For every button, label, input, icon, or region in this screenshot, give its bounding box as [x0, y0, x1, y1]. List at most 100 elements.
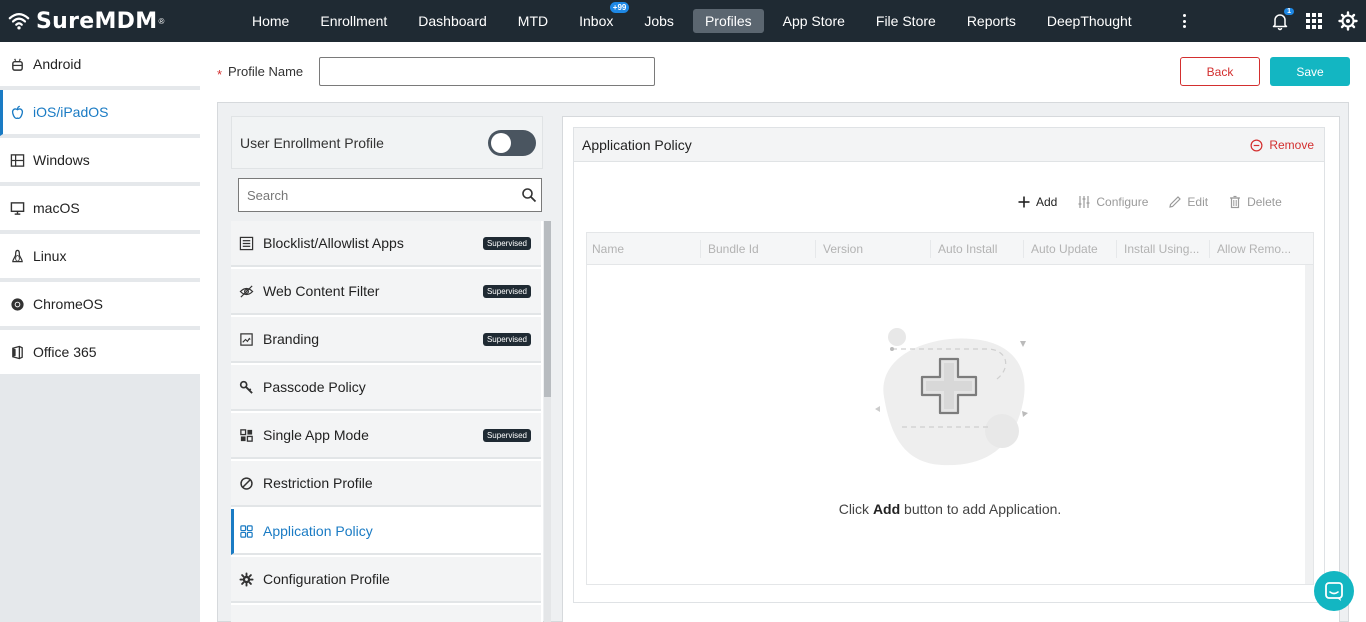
policy-search-input[interactable]	[239, 187, 509, 203]
policy-item-application-policy[interactable]: Application Policy	[231, 509, 541, 555]
add-button[interactable]: Add	[1017, 195, 1057, 209]
os-macos[interactable]: macOS	[0, 186, 200, 232]
policy-item-blocklist[interactable]: Blocklist/Allowlist Apps Supervised	[231, 221, 541, 267]
policy-list: Blocklist/Allowlist Apps Supervised Web …	[231, 221, 543, 622]
policy-item-configuration[interactable]: Configuration Profile	[231, 557, 541, 603]
column-auto-install[interactable]: Auto Install	[938, 242, 997, 256]
remove-button[interactable]: Remove	[1250, 138, 1314, 152]
notification-count-badge: 1	[1284, 8, 1294, 15]
apps-grid-icon[interactable]	[1304, 11, 1324, 31]
os-android[interactable]: Android	[0, 42, 200, 88]
os-linux[interactable]: Linux	[0, 234, 200, 280]
apple-icon	[11, 105, 24, 119]
applications-grid-header: Name Bundle Id Version Auto Install Auto…	[586, 232, 1314, 265]
edit-button[interactable]: Edit	[1168, 195, 1208, 209]
chat-icon	[1325, 582, 1343, 601]
empty-state-message: Click Add button to add Application.	[587, 501, 1313, 517]
nav-mtd[interactable]: MTD	[506, 9, 560, 33]
nav-inbox-label: Inbox	[579, 13, 614, 29]
policy-search	[238, 178, 542, 212]
logo-text: SureMDM	[36, 8, 158, 34]
column-name[interactable]: Name	[592, 242, 624, 256]
back-button[interactable]: Back	[1180, 57, 1260, 86]
policy-detail-panel: Application Policy Remove Add Configure	[562, 116, 1340, 622]
profile-name-input[interactable]	[319, 57, 655, 86]
policy-item-branding[interactable]: Branding Supervised	[231, 317, 541, 363]
edit-label: Edit	[1187, 195, 1209, 209]
os-ios-label: iOS/iPadOS	[33, 104, 109, 120]
more-menu-icon[interactable]	[1178, 11, 1190, 31]
nav-enrollment[interactable]: Enrollment	[308, 9, 399, 33]
main-area: * Profile Name Back Save User Enrollment…	[200, 42, 1366, 622]
policy-item-label: Branding	[263, 331, 320, 347]
nav-app-store[interactable]: App Store	[771, 9, 857, 33]
grid-icon	[240, 428, 253, 442]
nav-dashboard[interactable]: Dashboard	[406, 9, 499, 33]
policy-item-label: Single App Mode	[263, 427, 369, 443]
main-nav: Home Enrollment Dashboard MTD Inbox +99 …	[240, 0, 1151, 42]
column-auto-update[interactable]: Auto Update	[1031, 242, 1098, 256]
os-linux-label: Linux	[33, 248, 67, 264]
os-sidebar: Android iOS/iPadOS Windows macOS Linux C…	[0, 42, 200, 622]
delete-button[interactable]: Delete	[1228, 195, 1282, 209]
logo-registered-mark: ®	[158, 16, 165, 26]
nav-file-store[interactable]: File Store	[864, 9, 948, 33]
policy-item-web-content-filter[interactable]: Web Content Filter Supervised	[231, 269, 541, 315]
user-enrollment-toggle[interactable]	[488, 130, 536, 156]
nav-profiles[interactable]: Profiles	[692, 9, 764, 33]
column-version[interactable]: Version	[823, 242, 863, 256]
save-button[interactable]: Save	[1270, 57, 1350, 86]
settings-gear-icon[interactable]	[1338, 11, 1358, 31]
remove-circle-icon	[1250, 139, 1263, 151]
pencil-icon	[1169, 196, 1182, 208]
nav-home[interactable]: Home	[240, 9, 301, 33]
card-title: Application Policy	[582, 137, 692, 153]
policy-item-passcode[interactable]: Passcode Policy	[231, 365, 541, 411]
policy-item-label: Restriction Profile	[263, 475, 373, 491]
toggle-knob	[491, 133, 511, 153]
os-windows-label: Windows	[33, 152, 90, 168]
applications-grid-body: Click Add button to add Application.	[586, 265, 1314, 585]
policy-list-scrollbar[interactable]	[544, 221, 551, 622]
chat-support-button[interactable]	[1314, 571, 1354, 611]
monitor-icon	[10, 201, 25, 215]
android-icon	[12, 58, 23, 71]
suremdm-logo[interactable]: SureMDM ®	[8, 8, 164, 34]
configure-button[interactable]: Configure	[1077, 195, 1148, 209]
empty-message-add: Add	[872, 501, 901, 517]
policy-item-next[interactable]	[231, 605, 541, 622]
column-bundle-id[interactable]: Bundle Id	[708, 242, 759, 256]
nav-inbox[interactable]: Inbox +99	[567, 2, 630, 33]
os-windows[interactable]: Windows	[0, 138, 200, 184]
grid-scrollbar[interactable]	[1305, 265, 1313, 584]
nav-jobs[interactable]: Jobs	[632, 9, 686, 33]
policy-list-scroll-thumb[interactable]	[544, 221, 551, 397]
os-chromeos-label: ChromeOS	[33, 296, 104, 312]
grid-toolbar: Add Configure Edit Delete	[1017, 193, 1302, 211]
policy-item-label: Web Content Filter	[263, 283, 380, 299]
notification-bell-icon[interactable]: 1	[1270, 8, 1294, 31]
wifi-logo-icon	[8, 13, 30, 30]
trash-icon	[1230, 195, 1241, 209]
os-office365[interactable]: Office 365	[0, 330, 200, 376]
os-macos-label: macOS	[33, 200, 80, 216]
plus-icon	[1018, 196, 1030, 208]
nav-reports[interactable]: Reports	[955, 9, 1028, 33]
empty-add-illustration-icon	[875, 328, 1028, 466]
user-enrollment-label: User Enrollment Profile	[240, 134, 384, 151]
policy-item-single-app-mode[interactable]: Single App Mode Supervised	[231, 413, 541, 459]
column-allow-remove[interactable]: Allow Remo...	[1217, 242, 1291, 256]
office-icon	[12, 345, 23, 359]
policy-item-restriction[interactable]: Restriction Profile	[231, 461, 541, 507]
os-ios-ipados[interactable]: iOS/iPadOS	[0, 90, 200, 136]
key-icon	[239, 380, 253, 394]
column-install-using[interactable]: Install Using...	[1124, 242, 1199, 256]
os-office365-label: Office 365	[33, 344, 97, 360]
search-icon[interactable]	[521, 187, 537, 203]
delete-label: Delete	[1247, 195, 1282, 209]
remove-label: Remove	[1269, 138, 1314, 152]
supervised-badge: Supervised	[482, 429, 531, 442]
nav-deepthought[interactable]: DeepThought	[1035, 9, 1144, 33]
os-chromeos[interactable]: ChromeOS	[0, 282, 200, 328]
configure-label: Configure	[1096, 195, 1149, 209]
